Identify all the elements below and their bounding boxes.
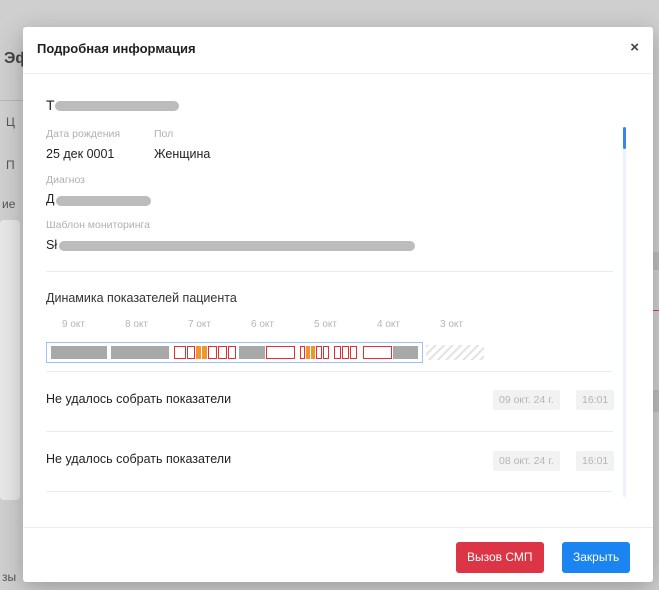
timeline-segment-missing[interactable] xyxy=(239,346,265,359)
timeline-segment-partial[interactable] xyxy=(306,346,310,359)
timeline-day-label: 4 окт xyxy=(377,319,400,330)
timeline-segment-partial[interactable] xyxy=(202,346,207,359)
timeline-segment-alert[interactable] xyxy=(334,346,341,359)
close-button[interactable]: Закрыть xyxy=(562,542,631,573)
timeline-segment-alert[interactable] xyxy=(187,346,195,359)
timeline-segment-alert[interactable] xyxy=(363,346,392,359)
timeline-segment-alert[interactable] xyxy=(228,346,236,359)
modal-footer: Вызов СМП Закрыть xyxy=(23,527,653,583)
timeline-day-label: 6 окт xyxy=(251,319,274,330)
modal-title: Подробная информация xyxy=(37,41,196,56)
diagnosis-label: Диагноз xyxy=(46,174,85,186)
timeline-segment-missing[interactable] xyxy=(393,346,418,359)
timeline-segment-alert[interactable] xyxy=(266,346,295,359)
bg-panel xyxy=(653,252,659,270)
divider xyxy=(46,491,613,492)
timeline-segment-missing[interactable] xyxy=(51,346,107,359)
timeline-day-label: 9 окт xyxy=(62,319,85,330)
timeline-day-label: 8 окт xyxy=(125,319,148,330)
timeline-segment-partial[interactable] xyxy=(196,346,201,359)
bg-divider xyxy=(0,100,24,101)
template-redacted xyxy=(59,241,415,251)
scrollbar-thumb[interactable] xyxy=(623,127,626,149)
timeline-segment-alert[interactable] xyxy=(350,346,357,359)
call-ambulance-button[interactable]: Вызов СМП xyxy=(456,542,544,573)
timeline-segment-missing[interactable] xyxy=(111,346,169,359)
timeline-day-label: 7 окт xyxy=(188,319,211,330)
patient-details-modal: Подробная информация × Т Дата рождения П… xyxy=(23,27,653,582)
divider xyxy=(46,271,613,272)
template-label: Шаблон мониторинга xyxy=(46,219,151,231)
bg-panel xyxy=(0,220,20,500)
bg-text-fragment: зы xyxy=(2,570,17,584)
diagnosis-value: Д xyxy=(46,192,55,206)
divider xyxy=(46,431,613,432)
timeline-segment-alert[interactable] xyxy=(218,346,227,359)
bg-text-fragment: П xyxy=(6,158,15,172)
timeline-segment-alert[interactable] xyxy=(300,346,305,359)
patient-name: Т xyxy=(46,97,55,113)
event-date-chip: 09 окт. 24 г. xyxy=(493,390,560,410)
birth-date-label: Дата рождения xyxy=(46,128,121,140)
gender-label: Пол xyxy=(154,128,174,140)
modal-header: Подробная информация × xyxy=(23,27,653,74)
event-date-chip: 08 окт. 24 г. xyxy=(493,451,560,471)
template-value: Sł xyxy=(46,238,58,252)
timeline-future-hatch xyxy=(426,345,484,360)
timeline-day-label: 3 окт xyxy=(440,319,463,330)
gender-value: Женщина xyxy=(154,147,211,161)
timeline-segment-alert[interactable] xyxy=(316,346,322,359)
timeline-segment-alert[interactable] xyxy=(342,346,349,359)
timeline-segment-alert[interactable] xyxy=(323,346,329,359)
event-time-chip: 16:01 xyxy=(576,390,615,410)
modal-body[interactable]: Т Дата рождения Пол 25 дек 0001 Женщина … xyxy=(23,74,653,527)
birth-date-value: 25 дек 0001 xyxy=(46,147,115,161)
close-icon[interactable]: × xyxy=(630,39,639,56)
bg-text-fragment: Ц xyxy=(6,115,15,129)
divider xyxy=(46,371,613,372)
bg-panel xyxy=(653,390,659,412)
timeline-segment-alert[interactable] xyxy=(174,346,186,359)
event-text: Не удалось собрать показатели xyxy=(46,452,232,466)
timeline-segment-partial[interactable] xyxy=(311,346,315,359)
scrollbar-track[interactable] xyxy=(623,127,626,497)
bg-text-fragment: ие xyxy=(2,197,16,211)
indicator-timeline[interactable] xyxy=(46,342,423,363)
event-time-chip: 16:01 xyxy=(576,451,615,471)
event-text: Не удалось собрать показатели xyxy=(46,392,232,406)
patient-name-redacted xyxy=(55,101,179,111)
timeline-day-label: 5 окт xyxy=(314,319,337,330)
bg-divider xyxy=(653,310,659,311)
diagnosis-redacted xyxy=(56,196,151,206)
dynamics-title: Динамика показателей пациента xyxy=(46,291,237,305)
timeline-segment-alert[interactable] xyxy=(208,346,217,359)
